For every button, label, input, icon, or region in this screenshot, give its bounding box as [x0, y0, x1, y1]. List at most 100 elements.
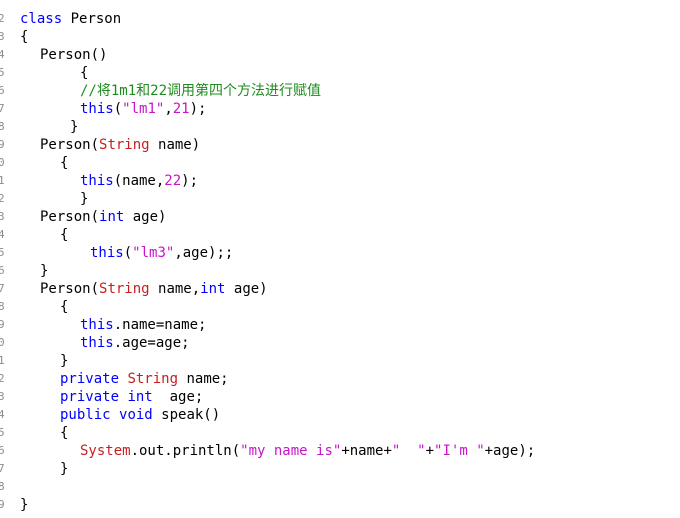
line-number: 3: [0, 390, 5, 403]
code-token: public: [60, 407, 111, 423]
code-token: 21: [172, 101, 190, 117]
code-line: }: [60, 460, 68, 478]
code-token: speak(): [152, 407, 221, 423]
code-line: Person(String name,int age): [40, 280, 268, 298]
line-number: 7: [0, 102, 5, 115]
code-token: private: [60, 389, 120, 405]
code-token: age): [225, 281, 268, 297]
line-number: 8: [0, 120, 5, 133]
line-number: 5: [0, 66, 5, 79]
code-token: //将1m1和22调用第四个方法进行赋值: [80, 83, 322, 99]
code-token: +age);: [484, 443, 536, 459]
line-number: 9: [0, 318, 5, 331]
code-token: );: [189, 101, 207, 117]
code-token: {: [60, 227, 69, 243]
code-token: this: [80, 317, 114, 333]
code-token: Person(: [40, 209, 100, 225]
line-number: 6: [0, 84, 5, 97]
code-token: }: [60, 353, 69, 369]
code-token: int: [200, 281, 226, 297]
code-line: this.age=age;: [80, 334, 190, 352]
code-token: Person(: [40, 281, 100, 297]
line-number: 0: [0, 156, 5, 169]
line-number: 4: [0, 228, 5, 241]
code-line: Person(): [40, 46, 107, 64]
code-line: this("lm1",21);: [80, 100, 206, 118]
line-number: 6: [0, 444, 5, 457]
code-token: "lm1": [122, 101, 165, 117]
code-line: Person(int age): [40, 208, 166, 226]
code-editor[interactable]: 2 3 4 5 6 7 8 9 0 1 2 3 4 5 6 7 8 9 0 1 2 3 4 5 6 7 8 9 class Perso…: [0, 0, 680, 518]
code-token: }: [60, 461, 69, 477]
code-token: this: [80, 173, 114, 189]
code-token: age;: [152, 389, 204, 405]
line-number: 1: [0, 354, 5, 367]
code-token: (: [123, 245, 133, 261]
line-number: 6: [0, 264, 5, 277]
code-token: .name=name;: [113, 317, 207, 333]
code-token: private: [60, 371, 120, 387]
code-token: {: [80, 65, 89, 81]
line-number: 5: [0, 246, 5, 259]
code-token: String: [127, 371, 179, 387]
line-number: 2: [0, 12, 5, 25]
code-line: {: [60, 424, 68, 442]
code-token: {: [60, 155, 69, 171]
line-number: 4: [0, 48, 5, 61]
code-token: name;: [178, 371, 229, 387]
code-line: {: [20, 28, 28, 46]
line-number: 2: [0, 372, 5, 385]
code-line: {: [60, 226, 68, 244]
code-line: private int age;: [60, 388, 203, 406]
line-number: 4: [0, 408, 5, 421]
code-token: ,: [164, 101, 173, 117]
code-line: }: [80, 190, 88, 208]
line-number: 9: [0, 138, 5, 151]
line-number: 9: [0, 498, 5, 511]
code-token: );: [181, 173, 199, 189]
line-number: 8: [0, 480, 5, 493]
code-token: ,age);;: [174, 245, 234, 261]
code-token: .age=age;: [113, 335, 190, 351]
code-token: String: [99, 137, 150, 153]
code-token: "I'm ": [434, 443, 485, 459]
code-token: .out.println(: [130, 443, 241, 459]
code-token: +: [425, 443, 435, 459]
code-line: System.out.println("my name is"+name+" "…: [80, 442, 535, 460]
code-line: private String name;: [60, 370, 229, 388]
code-token: (name,: [113, 173, 165, 189]
code-line: class Person: [20, 10, 121, 28]
code-line: this(name,22);: [80, 172, 198, 190]
code-line: this.name=name;: [80, 316, 206, 334]
line-number: 7: [0, 282, 5, 295]
code-token: Person: [62, 11, 122, 27]
code-token: int: [99, 209, 125, 225]
code-line: public void speak(): [60, 406, 220, 424]
code-token: String: [99, 281, 150, 297]
code-token: (: [113, 101, 123, 117]
code-token: {: [20, 29, 29, 45]
code-token: }: [70, 119, 79, 135]
code-token: +name+: [341, 443, 392, 459]
line-number: 0: [0, 336, 5, 349]
code-token: class: [20, 11, 63, 27]
code-line: this("lm3",age);;: [90, 244, 233, 262]
code-token: name,: [149, 281, 201, 297]
code-token: int: [127, 389, 153, 405]
code-line: Person(String name): [40, 136, 200, 154]
code-line: }: [70, 118, 78, 136]
code-line: {: [80, 64, 88, 82]
code-token: {: [60, 299, 69, 315]
line-number: 3: [0, 210, 5, 223]
code-token: void: [119, 407, 153, 423]
code-line: {: [60, 298, 68, 316]
code-token: }: [20, 497, 29, 513]
code-token: {: [60, 425, 69, 441]
code-token: Person(): [40, 47, 108, 63]
code-line: {: [60, 154, 68, 172]
line-number: 1: [0, 174, 5, 187]
code-token: 22: [164, 173, 182, 189]
line-number: 2: [0, 192, 5, 205]
code-token: System: [80, 443, 131, 459]
